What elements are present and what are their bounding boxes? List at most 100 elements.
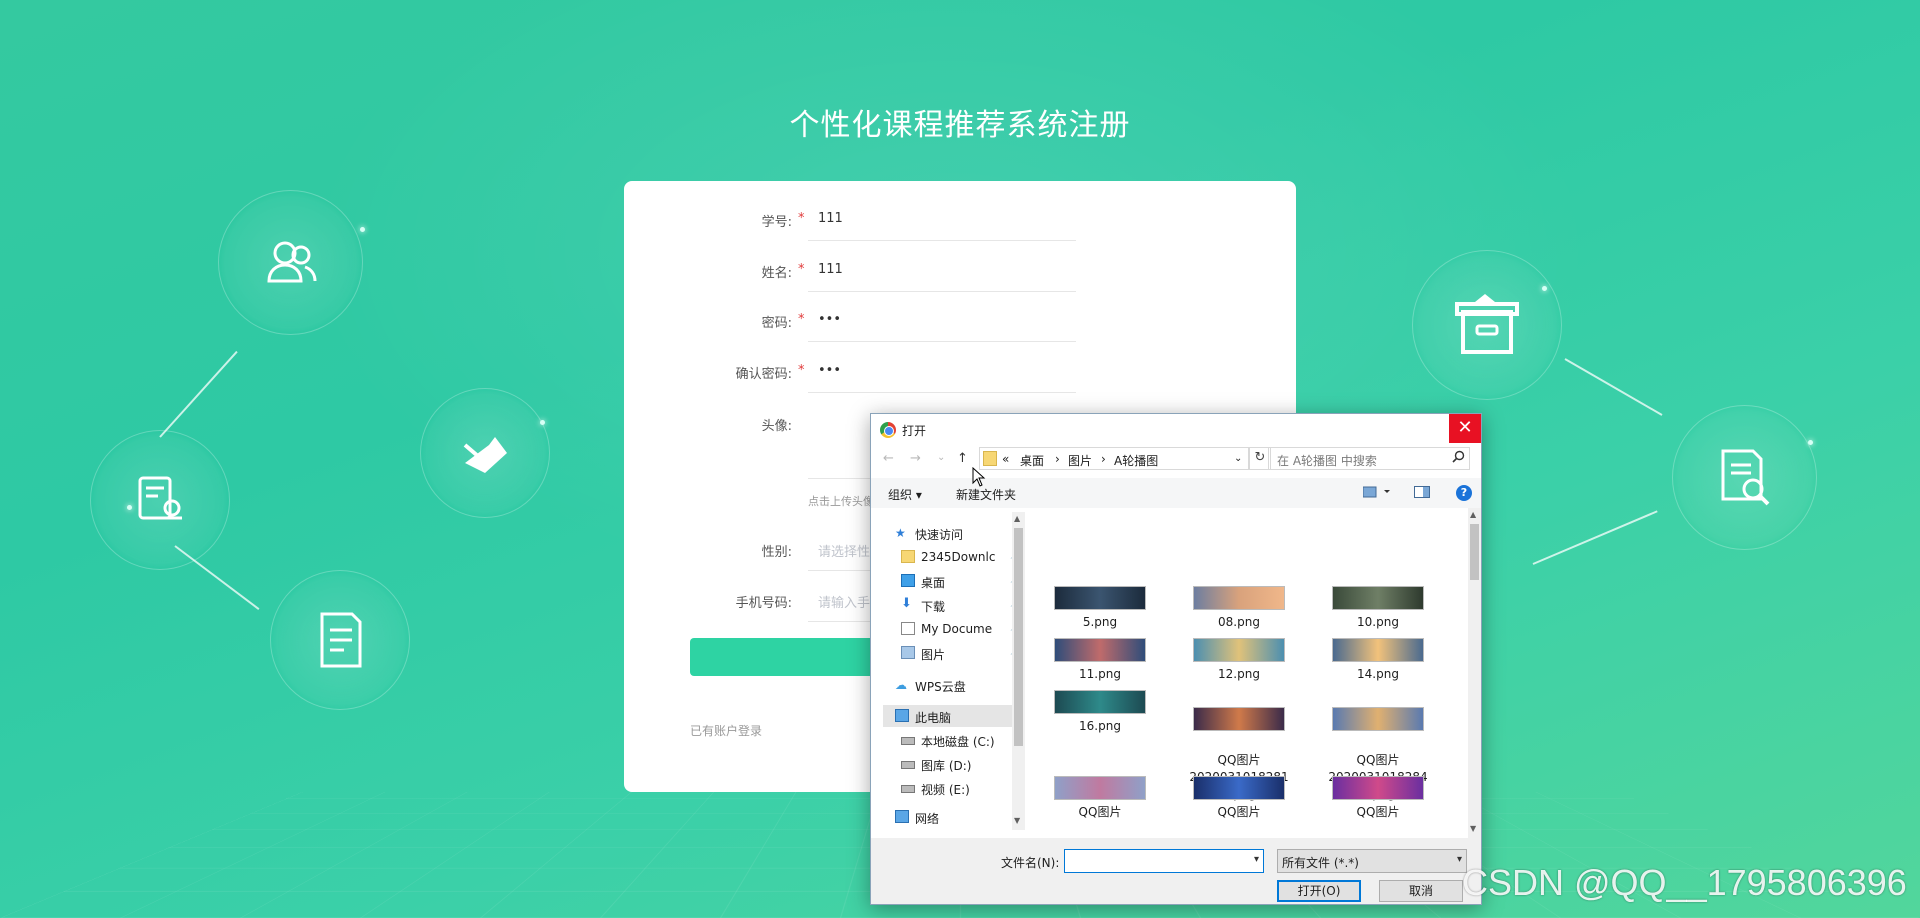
nav-item-desktop[interactable]: 桌面 📌 — [883, 570, 1021, 592]
breadcrumb-separator[interactable]: › — [1055, 452, 1060, 466]
nav-item-my-documents[interactable]: My Docume 📌 — [883, 618, 1021, 640]
image-thumbnail — [1332, 586, 1424, 610]
nav-item-pictures[interactable]: 图片 📌 — [883, 642, 1021, 664]
file-item[interactable]: 12.png — [1179, 638, 1299, 683]
login-link[interactable]: 已有账户登录 — [690, 722, 762, 739]
filetype-select[interactable]: 所有文件 (*.*) ▾ — [1277, 849, 1467, 873]
nav-label: 此电脑 — [915, 711, 952, 725]
file-name: 08.png — [1218, 615, 1260, 629]
nav-scroll-thumb[interactable] — [1014, 528, 1023, 746]
help-icon[interactable]: ? — [1456, 485, 1472, 501]
required-mark: * — [798, 262, 805, 277]
mouse-cursor-icon — [972, 467, 986, 487]
network-icon — [895, 810, 909, 823]
nav-scrollbar[interactable]: ▲ ▼ — [1012, 512, 1025, 830]
up-folder-icon[interactable]: ↑ — [957, 451, 968, 466]
file-name: 11.png — [1079, 667, 1121, 681]
archive-box-icon — [1412, 250, 1562, 400]
name-input[interactable]: 111 — [808, 252, 1076, 292]
chrome-icon — [880, 422, 896, 438]
nav-item-drive-e[interactable]: 视频 (E:) — [883, 777, 1021, 799]
cancel-button[interactable]: 取消 — [1379, 880, 1463, 902]
address-dropdown-icon[interactable]: ⌄ — [1234, 453, 1242, 464]
file-item[interactable]: 5.png — [1040, 586, 1160, 631]
nav-label: 快速访问 — [915, 528, 964, 542]
image-thumbnail — [1193, 586, 1285, 610]
drive-icon — [901, 737, 915, 745]
nav-label: My Docume — [921, 622, 993, 636]
search-input[interactable]: 在 A轮播图 中搜索 — [1268, 447, 1470, 470]
organize-menu[interactable]: 组织 ▾ — [888, 486, 922, 503]
sparkle-dot — [1808, 440, 1813, 445]
recent-locations-icon[interactable]: ⌄ — [937, 452, 945, 463]
nav-item-2345downloads[interactable]: 2345Downlc 📌 — [883, 546, 1021, 568]
file-scroll-thumb[interactable] — [1470, 524, 1479, 580]
decor-line — [174, 545, 260, 610]
forward-icon[interactable]: → — [910, 451, 921, 466]
password-input[interactable]: ••• — [808, 302, 1076, 342]
chevron-down-icon[interactable]: ▾ — [1254, 854, 1259, 865]
nav-item-wps-cloud[interactable]: ☁ WPS云盘 — [883, 674, 1021, 696]
search-document-icon — [1672, 405, 1817, 550]
decor-line — [159, 350, 238, 438]
close-button[interactable]: ✕ — [1449, 414, 1481, 443]
open-button[interactable]: 打开(O) — [1277, 880, 1361, 902]
nav-item-downloads[interactable]: ⬇ 下载 📌 — [883, 594, 1021, 616]
breadcrumb-carousel-folder[interactable]: A轮播图 — [1114, 452, 1158, 469]
file-item[interactable]: 11.png — [1040, 638, 1160, 683]
new-folder-button[interactable]: 新建文件夹 — [956, 486, 1016, 503]
confirm-password-input[interactable]: ••• — [808, 353, 1076, 393]
image-thumbnail — [1054, 586, 1146, 610]
address-bar[interactable]: « 桌面 › 图片 › A轮播图 ⌄ — [979, 447, 1249, 470]
scroll-down-icon[interactable]: ▼ — [1014, 816, 1020, 825]
file-item[interactable]: 08.png — [1179, 586, 1299, 631]
file-item[interactable]: 14.png — [1318, 638, 1438, 683]
file-scrollbar[interactable]: ▲ ▼ — [1468, 508, 1481, 838]
file-item[interactable]: QQ图片 — [1179, 776, 1299, 821]
preview-pane-icon[interactable] — [1414, 486, 1430, 501]
scroll-up-icon[interactable]: ▲ — [1470, 510, 1476, 519]
image-thumbnail — [1193, 776, 1285, 800]
drive-icon — [901, 761, 915, 769]
breadcrumb-separator[interactable]: › — [1101, 452, 1106, 466]
decor-line — [1564, 358, 1663, 416]
nav-item-this-pc[interactable]: 此电脑 — [883, 705, 1021, 727]
cloud-icon: ☁ — [895, 678, 907, 692]
breadcrumb-overflow[interactable]: « — [1002, 452, 1009, 466]
file-item[interactable]: 16.png — [1040, 690, 1160, 735]
users-icon — [218, 190, 363, 335]
phone-label: 手机号码: — [735, 596, 792, 611]
breadcrumb-pictures[interactable]: 图片 — [1068, 452, 1092, 469]
scroll-up-icon[interactable]: ▲ — [1014, 514, 1020, 523]
file-name: 12.png — [1218, 667, 1260, 681]
image-thumbnail — [1054, 690, 1146, 714]
drive-icon — [901, 785, 915, 793]
image-thumbnail — [1332, 638, 1424, 662]
dialog-toolbar: 组织 ▾ 新建文件夹 ? — [871, 478, 1481, 508]
file-name: QQ图片 — [1217, 805, 1261, 819]
scroll-down-icon[interactable]: ▼ — [1470, 824, 1476, 833]
file-item[interactable]: QQ图片 — [1040, 776, 1160, 821]
student-id-input[interactable]: 111 — [808, 201, 1076, 241]
file-item[interactable]: QQ图片 — [1318, 776, 1438, 821]
filename-input[interactable]: ▾ — [1064, 849, 1264, 873]
back-icon[interactable]: ← — [883, 451, 894, 466]
document-icon — [270, 570, 410, 710]
required-mark: * — [798, 363, 805, 378]
nav-label: 下载 — [921, 600, 946, 614]
image-thumbnail — [1193, 638, 1285, 662]
file-open-dialog: 打开 ✕ ← → ⌄ ↑ « 桌面 › 图片 › A轮播图 ⌄ ↻ 在 A轮播图… — [870, 413, 1482, 905]
student-id-label: 学号: — [761, 215, 792, 230]
nav-label: 图片 — [921, 648, 946, 662]
nav-item-network[interactable]: 网络 — [883, 806, 1021, 824]
nav-item-drive-c[interactable]: 本地磁盘 (C:) — [883, 729, 1021, 751]
avatar-upload-hint[interactable]: 点击上传头像 — [808, 493, 874, 509]
file-item[interactable]: 10.png — [1318, 586, 1438, 631]
decor-line — [1532, 510, 1658, 565]
file-name: QQ图片 — [1356, 805, 1400, 819]
nav-item-quick-access[interactable]: ★ 快速访问 — [883, 522, 1021, 544]
nav-item-drive-d[interactable]: 图库 (D:) — [883, 753, 1021, 775]
watermark: CSDN @QQ__1795806396 — [1462, 862, 1907, 903]
breadcrumb-desktop[interactable]: 桌面 — [1020, 452, 1044, 469]
view-options-icon[interactable] — [1362, 486, 1393, 501]
